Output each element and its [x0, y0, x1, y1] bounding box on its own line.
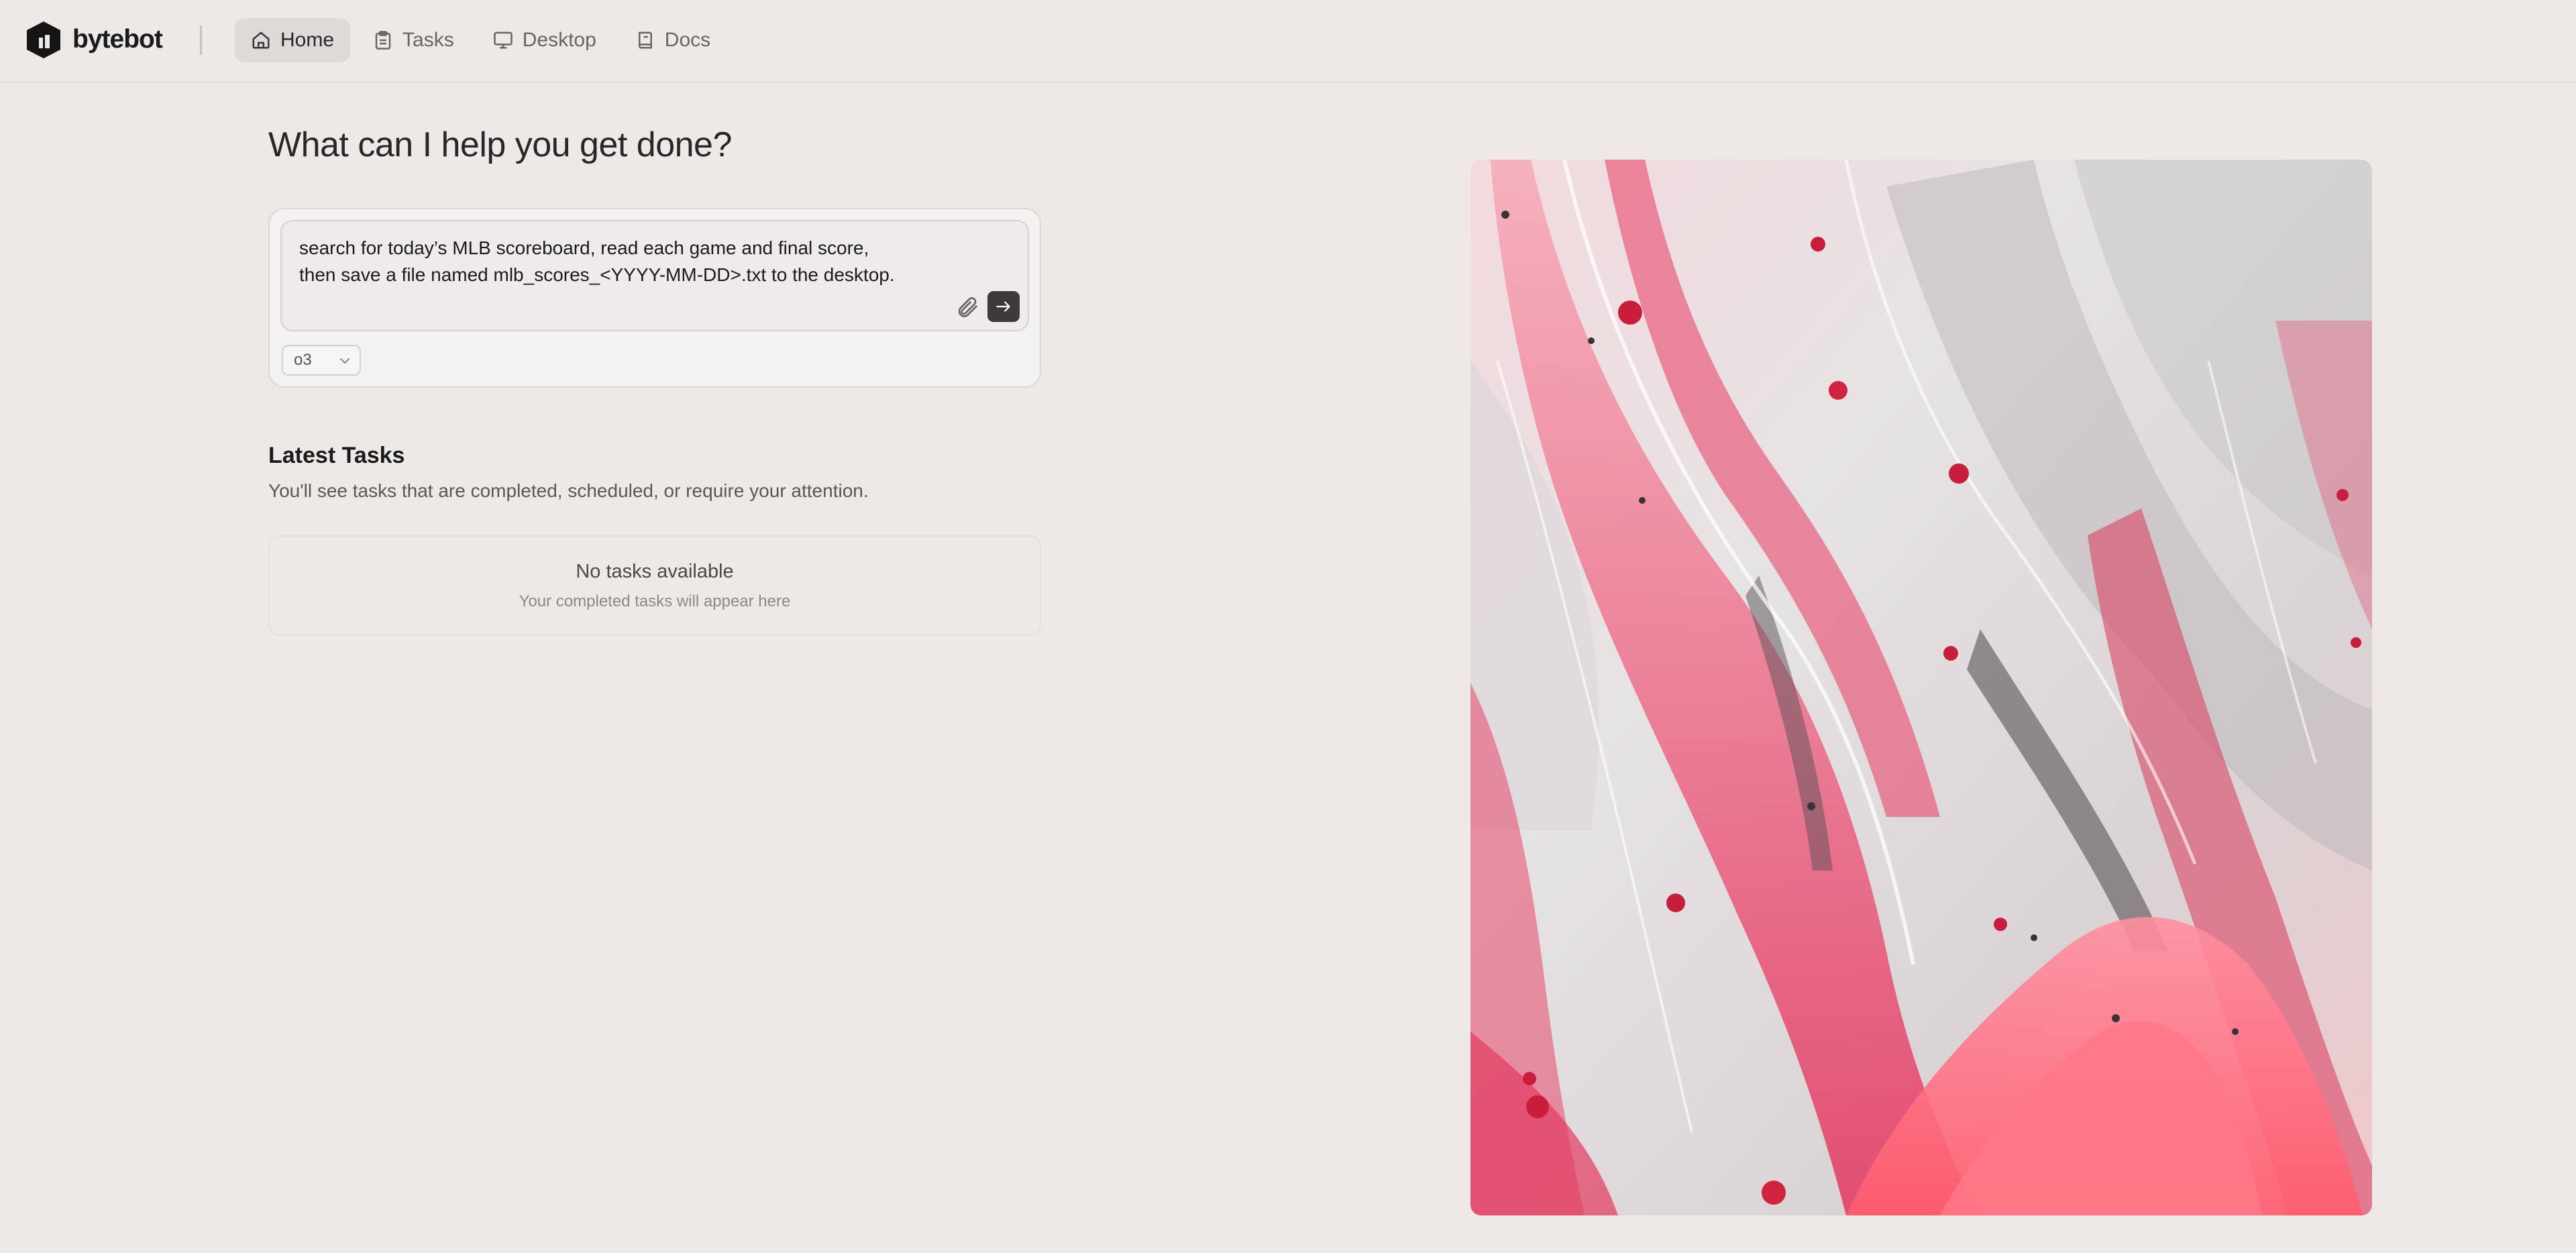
paperclip-icon[interactable] [955, 295, 979, 319]
clipboard-icon [375, 31, 391, 50]
header-divider [200, 25, 202, 55]
nav-item-home[interactable]: Home [235, 18, 351, 62]
tasks-empty-state: No tasks available Your completed tasks … [268, 535, 1041, 636]
hero-artwork-image [1470, 160, 2372, 1215]
home-icon [252, 32, 270, 49]
model-select-value: o3 [294, 351, 312, 369]
prompt-card: search for today’s MLB scoreboard, read … [268, 208, 1041, 388]
main-nav: Home Tasks Desktop Docs [235, 18, 733, 62]
empty-state-subtitle: Your completed tasks will appear here [519, 592, 791, 610]
page-title: What can I help you get done? [268, 125, 732, 164]
model-select[interactable]: o3 [282, 345, 361, 376]
book-icon [638, 32, 652, 49]
bytebot-logo-icon [27, 21, 60, 58]
top-bar: bytebot Home Tasks Desktop Docs [0, 0, 2576, 83]
prompt-text[interactable]: search for today’s MLB scoreboard, read … [299, 235, 970, 288]
nav-item-label: Tasks [402, 29, 454, 51]
app-name: bytebot [72, 25, 163, 54]
nav-item-label: Home [280, 29, 335, 51]
arrow-right-icon [996, 301, 1010, 312]
latest-tasks-title: Latest Tasks [268, 443, 405, 468]
empty-state-title: No tasks available [576, 560, 734, 582]
logo[interactable]: bytebot [25, 20, 163, 59]
prompt-input[interactable]: search for today’s MLB scoreboard, read … [280, 220, 1029, 331]
nav-item-label: Desktop [522, 29, 596, 51]
nav-item-desktop[interactable]: Desktop [477, 18, 612, 62]
send-button[interactable] [987, 291, 1020, 322]
chevron-down-icon [340, 358, 350, 364]
latest-tasks-subtitle: You'll see tasks that are completed, sch… [268, 480, 869, 501]
nav-item-docs[interactable]: Docs [619, 18, 727, 62]
nav-item-label: Docs [664, 29, 711, 51]
nav-item-tasks[interactable]: Tasks [357, 18, 470, 62]
monitor-icon [493, 32, 513, 49]
